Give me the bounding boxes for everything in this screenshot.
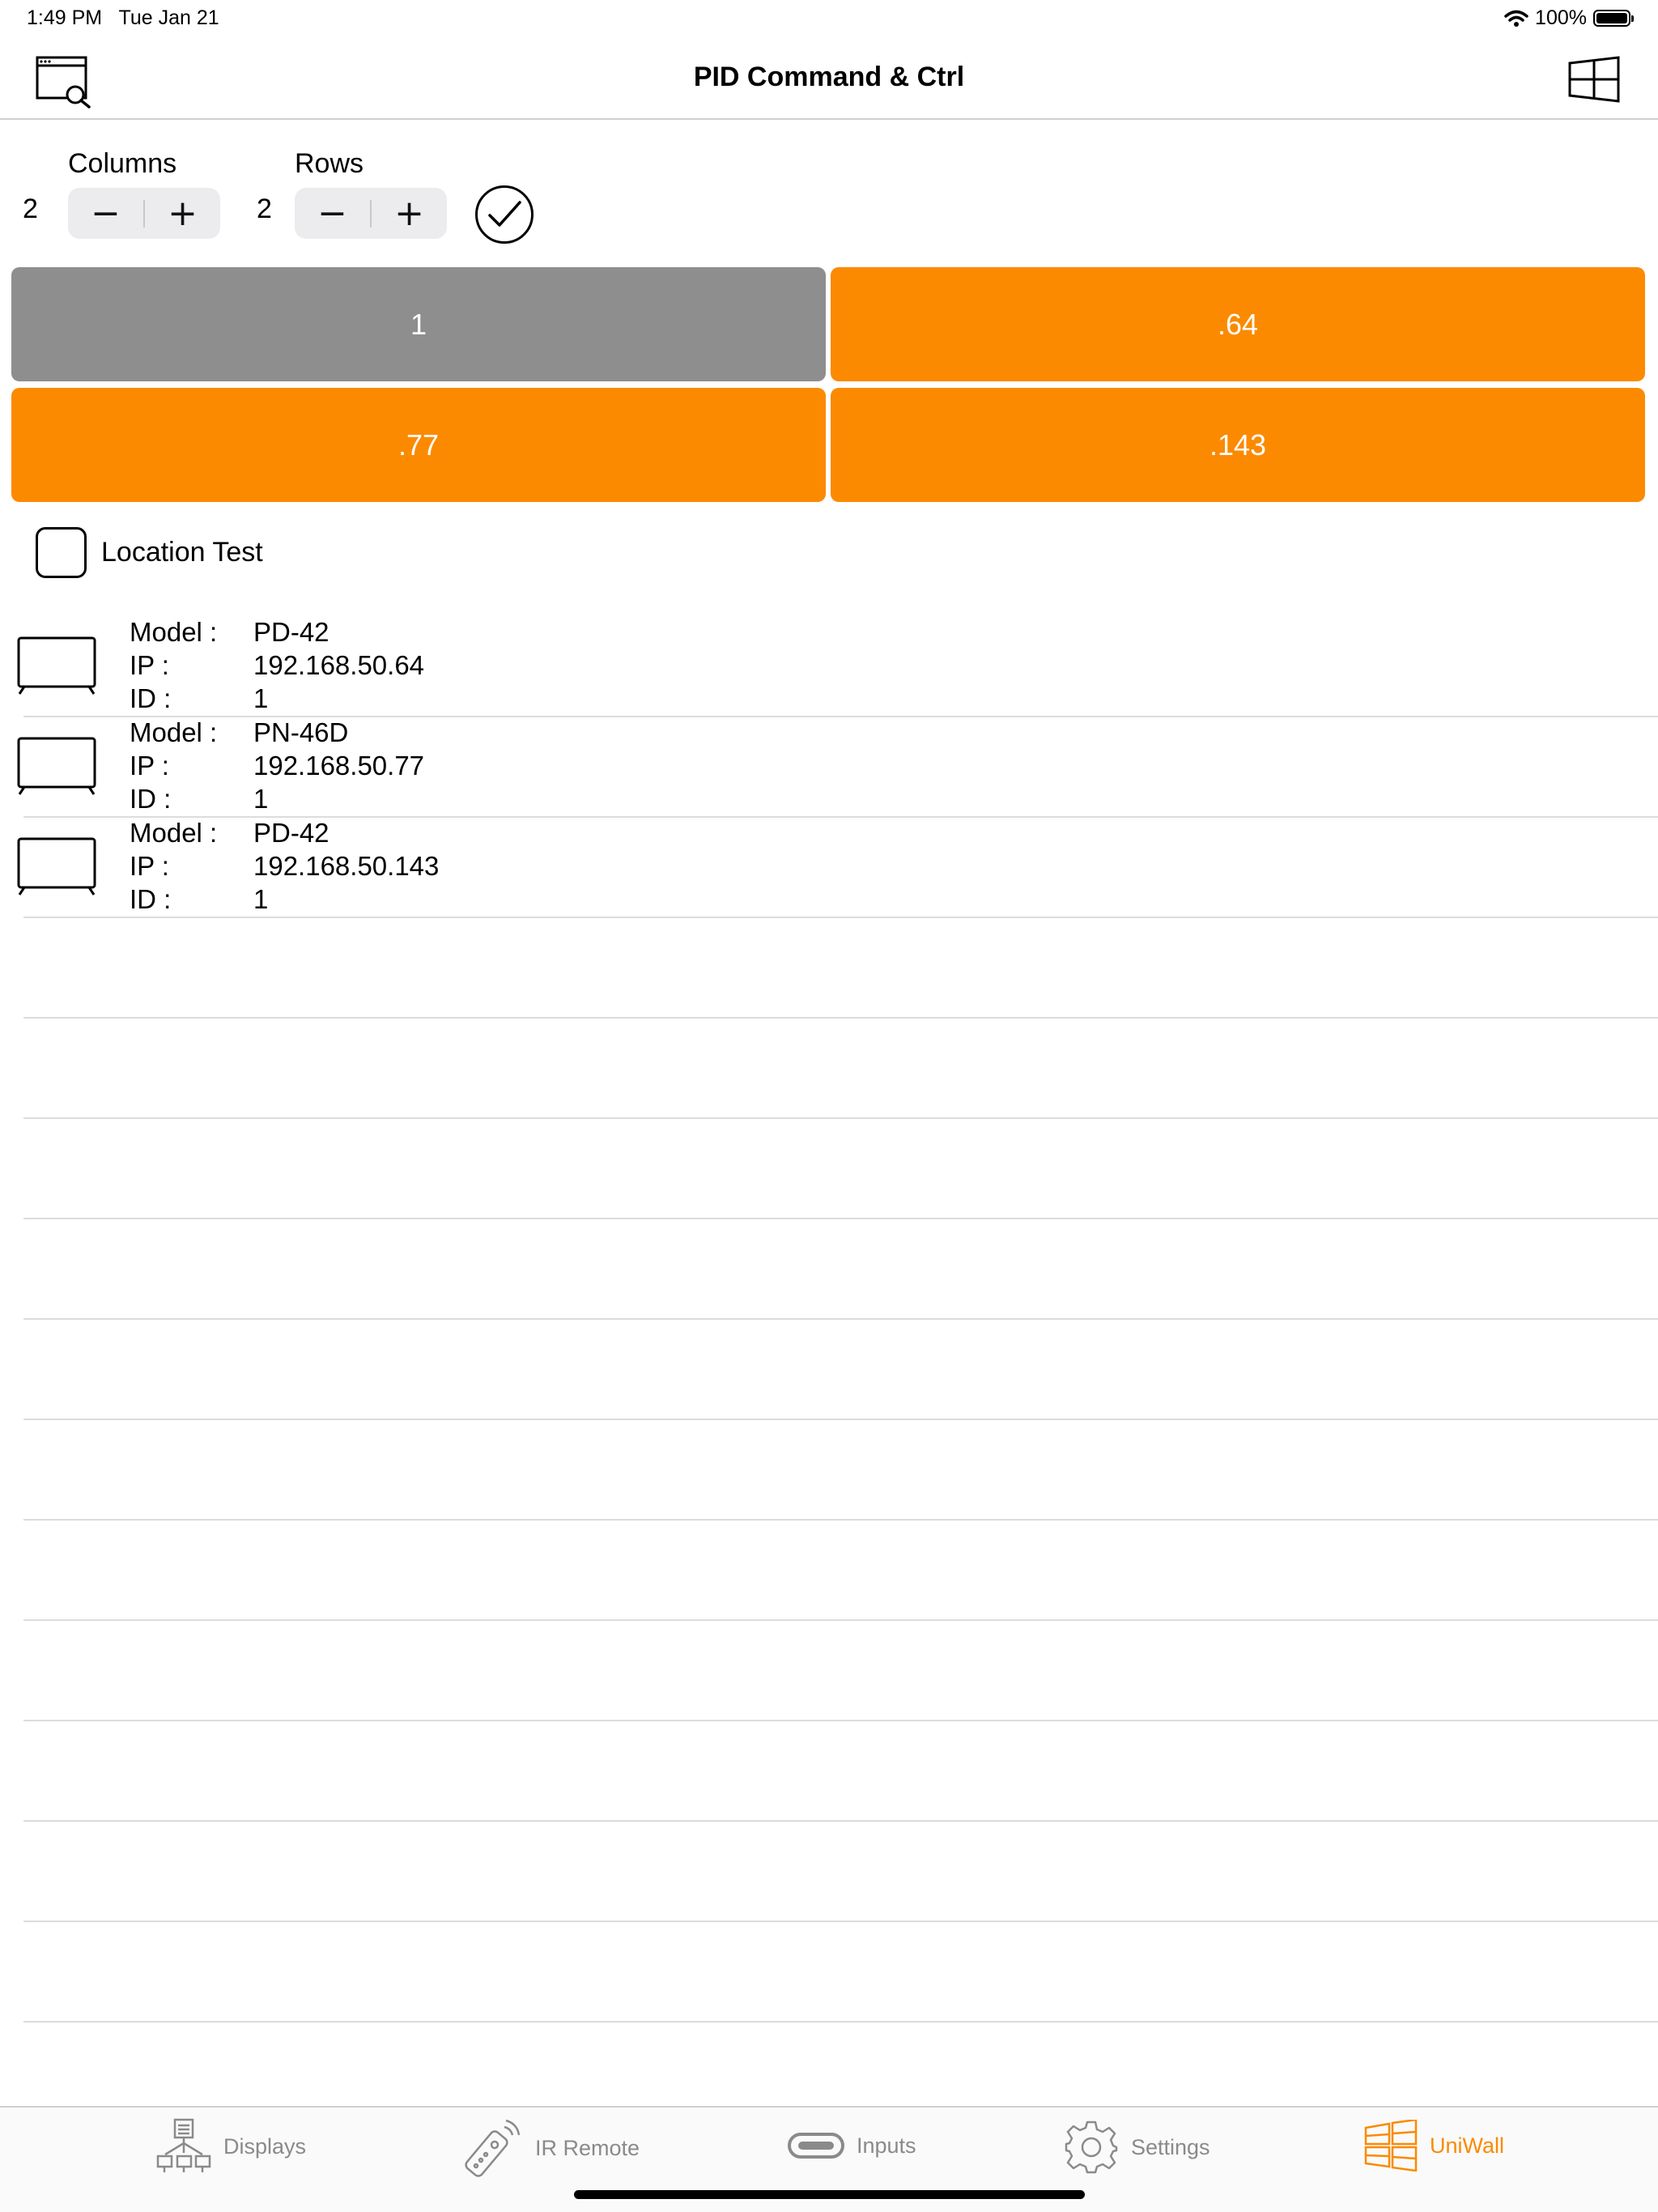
display-ip: 192.168.50.64: [253, 650, 425, 680]
row-divider: [23, 1619, 1658, 1621]
location-test-label: Location Test: [101, 537, 263, 568]
rows-stepper[interactable]: − +: [295, 188, 447, 239]
row-divider: [23, 1720, 1658, 1721]
wall-cell-2[interactable]: .64: [831, 267, 1645, 381]
row-divider: [23, 1921, 1658, 1922]
row-divider: [23, 1017, 1658, 1019]
tab-displays[interactable]: Displays: [155, 2117, 306, 2176]
columns-label: Columns: [68, 148, 177, 179]
tv-icon: [17, 636, 96, 695]
status-time: 1:49 PM Tue Jan 21: [27, 6, 219, 29]
row-divider: [23, 1218, 1658, 1219]
wall-cell-1[interactable]: 1: [11, 267, 826, 381]
network-displays-icon: [156, 2118, 211, 2172]
display-row[interactable]: Model : IP : ID : PN-46D 192.168.50.77 1: [0, 716, 1658, 816]
status-date: Tue Jan 21: [118, 6, 219, 29]
display-model: PN-46D: [253, 717, 349, 747]
confirm-grid-button[interactable]: [475, 185, 534, 244]
rows-value: 2: [257, 194, 272, 224]
rows-decrement-button[interactable]: −: [295, 188, 370, 239]
wall-cell-4[interactable]: .143: [831, 388, 1645, 502]
row-divider: [23, 1117, 1658, 1119]
display-id: 1: [253, 683, 269, 713]
columns-stepper[interactable]: − +: [68, 188, 220, 239]
row-divider: [23, 1519, 1658, 1521]
checkmark-icon: [488, 201, 521, 227]
display-ip: 192.168.50.77: [253, 751, 425, 781]
columns-increment-button[interactable]: +: [145, 188, 220, 239]
display-model: PD-42: [253, 617, 329, 647]
location-test-checkbox[interactable]: [36, 527, 87, 578]
tab-inputs[interactable]: Inputs: [787, 2129, 916, 2162]
row-divider: [23, 2021, 1658, 2023]
wifi-icon: [1504, 10, 1528, 27]
gear-icon: [1065, 2121, 1118, 2174]
rows-increment-button[interactable]: +: [372, 188, 447, 239]
display-id: 1: [253, 884, 269, 914]
row-divider: [23, 1820, 1658, 1822]
status-indicators: 100%: [1504, 6, 1634, 30]
tv-icon: [17, 737, 96, 795]
display-row[interactable]: Model : IP : ID : PD-42 192.168.50.64 1: [0, 615, 1658, 716]
windows-grid-icon: [1568, 56, 1620, 103]
remote-control-icon: [465, 2119, 521, 2177]
row-divider: [23, 1419, 1658, 1420]
home-indicator: [574, 2190, 1085, 2199]
rows-label: Rows: [295, 148, 364, 179]
row-divider: [23, 917, 1658, 918]
display-row[interactable]: Model : IP : ID : PD-42 192.168.50.143 1: [0, 816, 1658, 917]
display-ip: 192.168.50.143: [253, 851, 440, 881]
hdmi-port-icon: [788, 2133, 844, 2159]
tab-ir-remote[interactable]: IR Remote: [459, 2117, 640, 2179]
row-divider: [23, 1318, 1658, 1320]
tab-uniwall[interactable]: UniWall: [1363, 2120, 1504, 2172]
windows-grid-button[interactable]: [1567, 55, 1621, 106]
display-model: PD-42: [253, 818, 329, 848]
tv-icon: [17, 837, 96, 895]
video-wall-icon: [1364, 2120, 1418, 2172]
columns-value: 2: [23, 194, 38, 224]
columns-decrement-button[interactable]: −: [68, 188, 143, 239]
battery-icon: [1593, 10, 1634, 27]
tab-settings[interactable]: Settings: [1063, 2119, 1210, 2176]
display-id: 1: [253, 784, 269, 814]
wall-cell-3[interactable]: .77: [11, 388, 826, 502]
battery-percent: 100%: [1535, 6, 1587, 29]
page-title: PID Command & Ctrl: [693, 62, 965, 92]
